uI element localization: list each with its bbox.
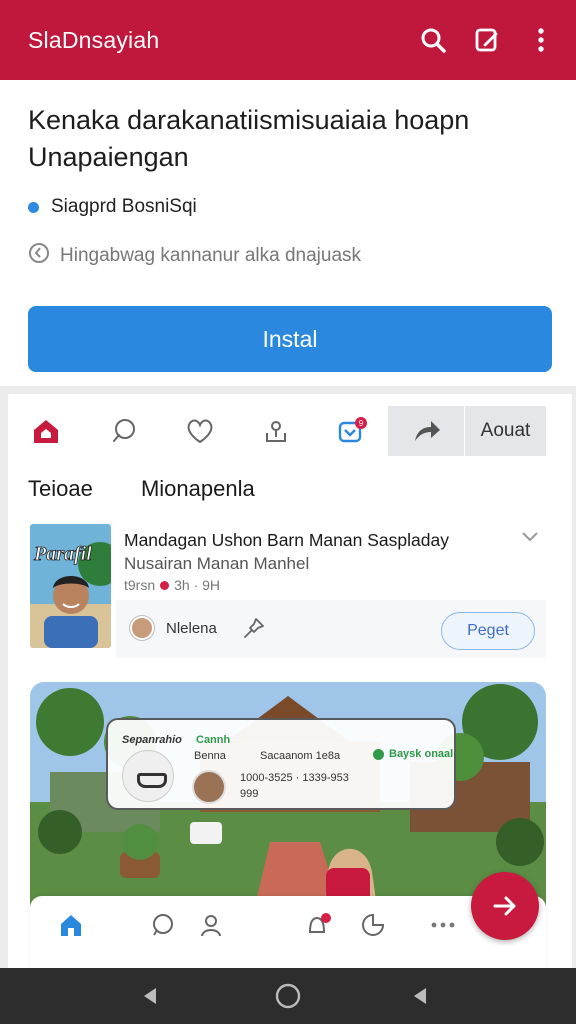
headline-line-1: Kenaka darakanatiismisuaiaia hoapn [28, 105, 470, 135]
aouat-button[interactable]: Aouat [465, 406, 546, 456]
article-card: Kenaka darakanatiismisuaiaia hoapn Unapa… [0, 80, 576, 386]
upload-icon[interactable] [256, 406, 296, 456]
source-dot-icon [28, 201, 39, 213]
post-item[interactable]: Parafil Mandagan Ushon Barn Manan Saspla… [30, 524, 546, 662]
nav-stats-icon[interactable] [358, 910, 388, 940]
nav-more-icon[interactable] [428, 910, 458, 940]
meta-text: Hingabwag kannanur alka dnajuask [60, 245, 362, 266]
overlay-label-c: Sacaanom 1e8a [260, 750, 341, 762]
article-headline: Kenaka darakanatiismisuaiaia hoapn Unapa… [28, 102, 548, 176]
recents-icon[interactable] [406, 982, 434, 1010]
article-meta: Hingabwag kannanur alka dnajuask [28, 242, 548, 270]
overlay-title: Sepanrahio [122, 734, 182, 746]
chat-icon[interactable] [104, 406, 144, 456]
heart-icon[interactable] [180, 406, 220, 456]
overlay-media-button[interactable] [122, 750, 174, 802]
bottom-nav [30, 896, 546, 968]
pin-icon[interactable] [242, 616, 266, 645]
nav-home-icon[interactable] [56, 910, 86, 940]
follow-button[interactable]: Peget [441, 612, 535, 650]
overlay-status-text: Baysk onaal [389, 748, 454, 760]
live-dot-icon [160, 580, 170, 590]
avatar[interactable] [130, 616, 154, 640]
overlay-label-e: 999 [240, 788, 259, 800]
system-nav-bar [0, 968, 576, 1024]
nav-chat-icon[interactable] [148, 910, 178, 940]
notification-badge: 9 [359, 419, 364, 428]
post-time: t9rsn 3h · 9H [124, 577, 220, 593]
next-fab-button[interactable] [471, 872, 539, 940]
info-overlay: Sepanrahio Cannh Benna Sacaanom 1e8a Bay… [106, 718, 456, 810]
overlay-label-d: 1000-3525 · 1339-953 [240, 772, 349, 784]
chevron-down-icon[interactable] [520, 530, 540, 549]
app-title: SlaDnsayiah [28, 26, 160, 53]
tab-first[interactable]: Teioae [28, 476, 93, 501]
tab-second[interactable]: Mionapenla [141, 476, 255, 501]
post-subtitle: Nusairan Manan Manhel [124, 554, 310, 573]
back-icon[interactable] [136, 982, 164, 1010]
feed-tabs: Teioae Mionapenla [28, 476, 297, 502]
post-time-right: 3h · 9H [174, 577, 221, 593]
overlay-label-b: Benna [194, 750, 226, 762]
source-name: Siagprd BosniSqi [51, 196, 197, 217]
clock-icon [28, 242, 50, 270]
app-bar: SlaDnsayiah [0, 0, 576, 80]
post-title: Mandagan Ushon Barn Manan Saspladay [124, 530, 449, 550]
post-time-left: t9rsn [124, 577, 156, 593]
overlay-label-a: Cannh [196, 734, 231, 746]
install-button[interactable]: Instal [28, 306, 552, 372]
notification-icon[interactable]: 9 [332, 406, 372, 456]
action-row: 9 Aouat [8, 406, 572, 456]
share-button[interactable] [388, 406, 464, 456]
article-source[interactable]: Siagprd BosniSqi [28, 196, 548, 218]
nav-profile-icon[interactable] [196, 910, 226, 940]
headline-line-2: Unapaiengan [28, 142, 189, 172]
nav-alerts-icon[interactable] [304, 910, 334, 940]
search-icon[interactable] [416, 23, 450, 57]
post-thumbnail[interactable]: Parafil [30, 524, 111, 648]
overlay-avatar [192, 770, 226, 804]
overlay-status: Baysk onaal [373, 748, 453, 760]
more-vert-icon[interactable] [524, 23, 558, 57]
edit-icon[interactable] [470, 23, 504, 57]
home-icon[interactable] [26, 406, 66, 456]
status-dot-icon [373, 748, 384, 760]
arrow-right-icon [493, 896, 516, 916]
post-username[interactable]: Nlelena [166, 620, 217, 637]
thumb-caption: Parafil [33, 543, 92, 565]
home-circle-icon[interactable] [274, 982, 302, 1010]
